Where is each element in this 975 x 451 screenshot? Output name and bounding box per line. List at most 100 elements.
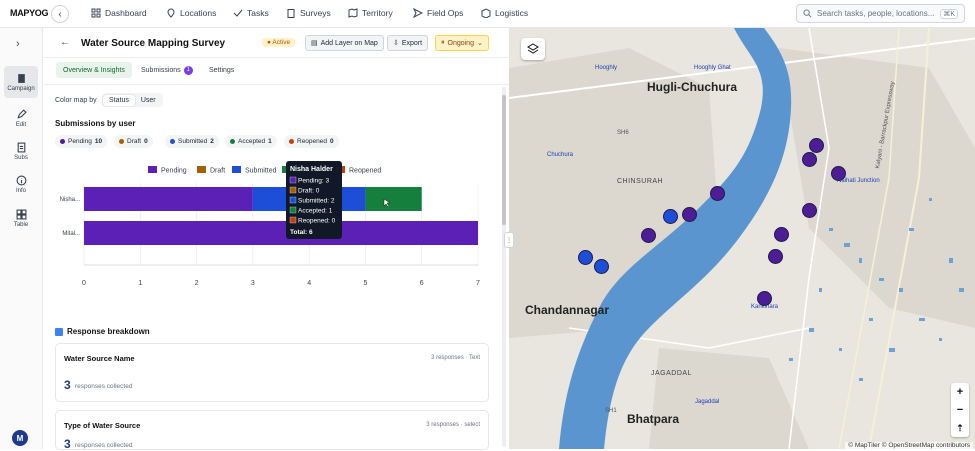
tooltip-swatch [289, 216, 297, 224]
status-chip-reopened[interactable]: Reopened 0 [284, 135, 339, 148]
legend-label: Submitted [245, 168, 277, 175]
map-marker-submitted[interactable] [663, 209, 678, 224]
clipboard-icon [17, 73, 25, 83]
expand-chevron-icon[interactable]: › [16, 38, 20, 50]
tooltip-row: Reopened: 0 [298, 218, 336, 225]
map-label: SH6 [617, 130, 629, 136]
map-layers-button[interactable] [521, 38, 545, 60]
chip-count: 0 [144, 138, 148, 145]
response-breakdown-label: Response breakdown [67, 327, 150, 336]
document-icon [17, 142, 25, 152]
map-label: Hooghly Ghat [694, 65, 731, 71]
tab-settings[interactable]: Settings [202, 62, 241, 78]
response-card[interactable]: Type of Water Source 3 responses · selec… [55, 410, 489, 451]
y-category-label: Mital... [62, 231, 80, 237]
rail-edit[interactable]: Edit [4, 102, 38, 134]
rail-info-label: Info [15, 187, 26, 194]
nav-logistics[interactable]: Logistics [481, 8, 528, 18]
card-count: 3 [64, 378, 71, 392]
color-map-user-option[interactable]: User [135, 95, 162, 106]
map-marker-pending[interactable] [641, 228, 656, 243]
status-chip-draft[interactable]: Draft 0 [114, 135, 153, 148]
zoom-out-button[interactable]: − [957, 404, 963, 416]
nav-dashboard[interactable]: Dashboard [91, 8, 147, 18]
x-tick-label: 1 [138, 280, 142, 287]
add-layer-label: Add Layer on Map [320, 39, 378, 47]
status-chip-submitted[interactable]: Submitted 2 [165, 135, 219, 148]
layers-icon [527, 43, 539, 54]
tab-submissions[interactable]: Submissions 1 [134, 62, 200, 78]
tab-overview[interactable]: Overview & Insights [56, 62, 132, 78]
nav-surveys[interactable]: Surveys [286, 8, 331, 18]
compass-icon[interactable]: ⇡ [956, 423, 964, 434]
map-marker-pending[interactable] [768, 249, 783, 264]
map-label: Hugli-Chuchura [647, 80, 737, 94]
zoom-in-button[interactable]: + [957, 386, 963, 398]
ongoing-dropdown[interactable]: ⏸ Ongoing ⌄ [435, 35, 489, 51]
avatar[interactable]: M [12, 430, 28, 446]
chip-count: 2 [210, 138, 214, 145]
pause-icon: ⏸ [441, 39, 445, 46]
chevron-down-icon: ⌄ [476, 40, 483, 47]
nav-tasks[interactable]: Tasks [233, 8, 269, 18]
x-tick-label: 5 [363, 280, 367, 287]
nav-territory[interactable]: Territory [348, 8, 393, 18]
app-logo[interactable]: MAPYOG [10, 8, 49, 18]
map-label: Hooghly [595, 65, 618, 71]
back-button[interactable]: ‹ [51, 5, 69, 23]
map-marker-submitted[interactable] [578, 250, 593, 265]
map-label: JAGADDAL [651, 370, 692, 377]
map-marker-pending[interactable] [809, 138, 824, 153]
nav-dashboard-label: Dashboard [105, 8, 147, 18]
map-marker-pending[interactable] [774, 227, 789, 242]
map-marker-pending[interactable] [831, 166, 846, 181]
tooltip-row: Submitted: 2 [298, 198, 335, 205]
nav-field-ops[interactable]: Field Ops [413, 8, 463, 18]
nav-locations[interactable]: Locations [166, 8, 216, 18]
map-attribution[interactable]: © MapTiler © OpenStreetMap contributors [845, 442, 973, 449]
card-title: Type of Water Source [64, 421, 141, 430]
rail-table-label: Table [13, 221, 29, 228]
status-chip-pending[interactable]: Pending 10 [55, 135, 108, 148]
add-layer-button[interactable]: ▤ Add Layer on Map [305, 35, 384, 51]
tab-overview-label: Overview & Insights [63, 66, 125, 74]
ongoing-label: Ongoing [447, 39, 474, 47]
tooltip-swatch [289, 196, 297, 204]
rail-subs-label: Subs [14, 154, 28, 161]
back-arrow-icon[interactable]: ← [60, 37, 70, 48]
status-chip-accepted[interactable]: Accepted 1 [225, 135, 277, 148]
nav-field-ops-label: Field Ops [427, 8, 464, 18]
layers-icon: ▤ [311, 40, 318, 47]
map-marker-pending[interactable] [682, 207, 697, 222]
map-label: Bhatpara [627, 412, 680, 426]
bar-segment-pending [84, 221, 478, 245]
panel-resize-handle[interactable]: ⋮ [504, 232, 514, 248]
map-view[interactable]: Hugli-Chuchura Chandannagar Bhatpara CHINSU… [509, 28, 975, 449]
color-map-status-option[interactable]: Status [103, 94, 135, 106]
map-marker-submitted[interactable] [594, 259, 609, 274]
scrollbar[interactable] [502, 87, 506, 447]
map-marker-pending[interactable] [802, 203, 817, 218]
rail-table[interactable]: Table [4, 202, 38, 234]
legend-label: Reopened [349, 168, 381, 175]
nav-logistics-label: Logistics [495, 8, 529, 18]
rail-campaign[interactable]: Campaign [4, 66, 38, 98]
response-card[interactable]: Water Source Name 3 responses · Text 3 r… [55, 343, 489, 402]
status-dot [170, 139, 175, 144]
legend-swatch [197, 166, 206, 173]
rail-subs[interactable]: Subs [4, 135, 38, 167]
export-button[interactable]: ⇩ Export [387, 35, 429, 51]
chip-count: 0 [330, 138, 334, 145]
map-marker-pending[interactable] [710, 186, 725, 201]
search-box[interactable]: Search tasks, people, locations... ⌘K [796, 4, 965, 23]
zoom-control: + − ⇡ [951, 383, 969, 437]
survey-panel: ← Water Source Mapping Survey ● Active ▤… [44, 28, 509, 451]
map-marker-pending[interactable] [757, 291, 772, 306]
survey-header: ← Water Source Mapping Survey ● Active ▤… [44, 28, 509, 58]
map-marker-pending[interactable] [802, 152, 817, 167]
color-map-toggle: Status User [102, 93, 163, 107]
chip-count: 1 [268, 138, 272, 145]
rail-info[interactable]: Info [4, 168, 38, 200]
rail-campaign-label: Campaign [7, 85, 35, 92]
status-dot [289, 139, 294, 144]
